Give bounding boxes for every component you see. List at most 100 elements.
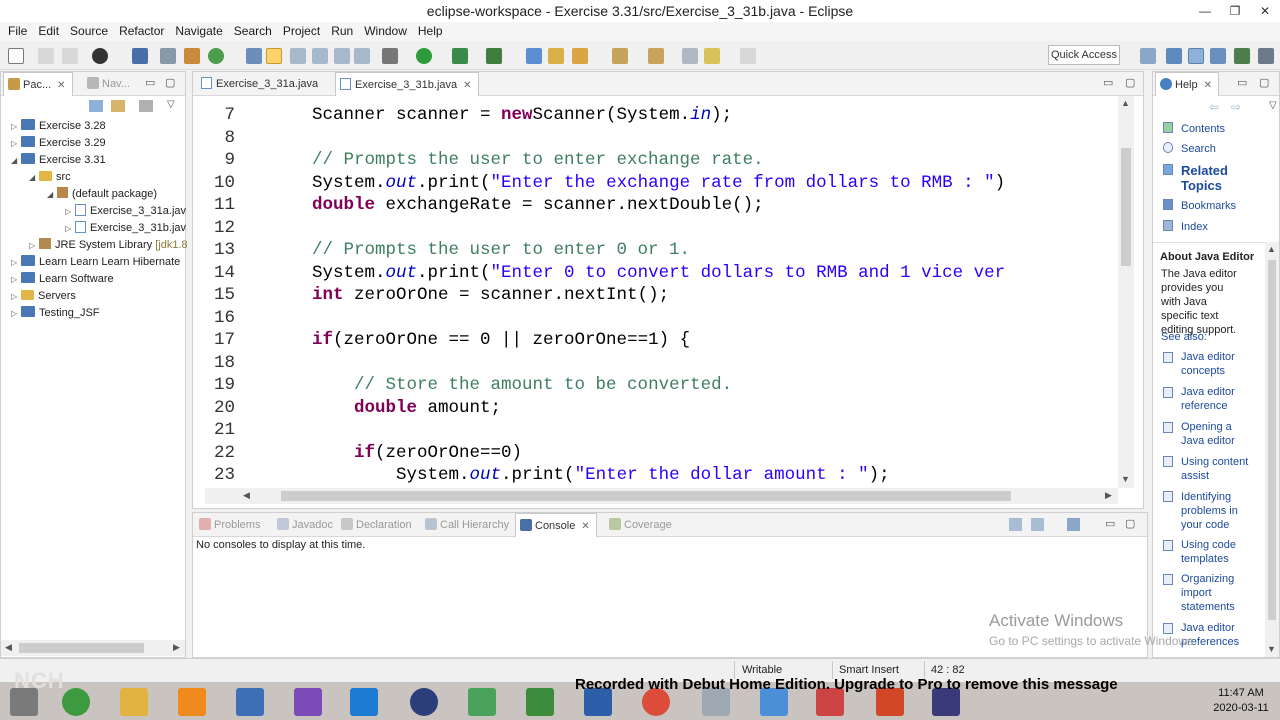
open-console-icon[interactable]: [1009, 518, 1022, 531]
code-line[interactable]: 17 if(zeroOrOne == 0 || zeroOrOne==1) {: [197, 329, 1115, 352]
close-tab-icon[interactable]: ✕: [463, 80, 471, 91]
code-line[interactable]: 10 System.out.print("Enter the exchange r…: [197, 172, 1115, 195]
java-ee-perspective-icon[interactable]: [1188, 48, 1204, 64]
whitespace-icon[interactable]: [334, 48, 350, 64]
collapse-icon[interactable]: ◢: [29, 170, 39, 186]
pencil-icon[interactable]: [572, 48, 588, 64]
tab-exercise-3-31b[interactable]: Exercise_3_31b.java ✕: [335, 72, 479, 96]
tree-item-exercise-3-29[interactable]: ▷ Exercise 3.29: [11, 135, 106, 152]
help-topic-link[interactable]: Using code templates: [1181, 538, 1245, 566]
app-icon[interactable]: [62, 688, 90, 716]
tree-item-testing-jsf[interactable]: ▷ Testing_JSF: [11, 305, 100, 322]
help-bookmarks-link[interactable]: Bookmarks: [1181, 199, 1236, 213]
collapse-icon[interactable]: ◢: [47, 187, 57, 203]
eclipse-icon[interactable]: [410, 688, 438, 716]
scroll-right-icon[interactable]: ▶: [1105, 490, 1112, 501]
expand-icon[interactable]: ▷: [65, 221, 75, 237]
scroll-down-icon[interactable]: ▼: [1267, 644, 1276, 654]
tab-navigator[interactable]: Nav...: [83, 72, 136, 96]
scroll-thumb[interactable]: [1121, 148, 1131, 266]
git-perspective-icon[interactable]: [1258, 48, 1274, 64]
scroll-up-icon[interactable]: ▲: [1267, 244, 1276, 254]
help-menu-icon[interactable]: ▽: [1269, 100, 1277, 111]
link-editor-icon[interactable]: [111, 100, 125, 112]
code-line[interactable]: 15 int zeroOrOne = scanner.nextInt();: [197, 284, 1115, 307]
code-line[interactable]: 13 // Prompts the user to enter 0 or 1.: [197, 239, 1115, 262]
tree-item-default-package[interactable]: ◢ (default package): [47, 186, 157, 203]
code-line[interactable]: 21: [197, 419, 1115, 442]
scroll-up-icon[interactable]: ▲: [1121, 98, 1130, 108]
maximize-icon[interactable]: ❐: [1220, 0, 1250, 22]
help-index-link[interactable]: Index: [1181, 220, 1208, 234]
minimize-view-icon[interactable]: ▭: [1237, 76, 1247, 89]
new-class-icon[interactable]: [526, 48, 542, 64]
code-line[interactable]: 9 // Prompts the user to enter exchange r…: [197, 149, 1115, 172]
close-icon[interactable]: ✕: [1250, 0, 1280, 22]
minimize-view-icon[interactable]: ▭: [1103, 76, 1113, 89]
menu-source[interactable]: Source: [66, 22, 115, 41]
open-type-icon[interactable]: [246, 48, 262, 64]
scroll-right-icon[interactable]: ▶: [173, 642, 180, 653]
minimize-view-icon[interactable]: ▭: [1105, 517, 1115, 530]
explorer-hscrollbar[interactable]: ◀ ▶: [1, 640, 185, 656]
media-icon[interactable]: [350, 688, 378, 716]
prev-annotation-icon[interactable]: [648, 48, 664, 64]
focus-icon[interactable]: [139, 100, 153, 112]
menu-refactor[interactable]: Refactor: [115, 22, 171, 41]
code-line[interactable]: 18: [197, 352, 1115, 375]
menu-project[interactable]: Project: [279, 22, 327, 41]
help-contents-link[interactable]: Contents: [1181, 122, 1225, 136]
save-all-icon[interactable]: [62, 48, 78, 64]
menu-navigate[interactable]: Navigate: [171, 22, 229, 41]
mark-occurrences-icon[interactable]: [266, 48, 282, 64]
tab-problems[interactable]: Problems: [195, 513, 266, 537]
expand-icon[interactable]: ▷: [29, 238, 39, 254]
run-icon[interactable]: [416, 48, 432, 64]
expand-icon[interactable]: ▷: [11, 255, 21, 271]
help-back-icon[interactable]: ⇦: [1209, 100, 1219, 114]
display-console-icon[interactable]: [1031, 518, 1044, 531]
minimize-view-icon[interactable]: ▭: [145, 76, 155, 89]
scroll-thumb[interactable]: [1268, 260, 1276, 620]
menu-edit[interactable]: Edit: [34, 22, 66, 41]
tree-item-exercise-3-31a[interactable]: ▷ Exercise_3_31a.jav: [65, 203, 186, 220]
close-icon[interactable]: ✕: [57, 80, 65, 91]
help-topic-link[interactable]: Organizing import statements: [1181, 572, 1245, 614]
expand-icon[interactable]: ▷: [11, 272, 21, 288]
menu-file[interactable]: File: [4, 22, 34, 41]
tree-item-exercise-3-28[interactable]: ▷ Exercise 3.28: [11, 118, 106, 135]
open-perspective-icon[interactable]: [1140, 48, 1156, 64]
tab-exercise-3-31a[interactable]: Exercise_3_31a.java: [197, 72, 324, 96]
code-line[interactable]: 14 System.out.print("Enter 0 to convert d…: [197, 262, 1115, 285]
quick-access-input[interactable]: Quick Access: [1048, 45, 1120, 65]
terminal-icon[interactable]: [132, 48, 148, 64]
expand-icon[interactable]: ▷: [11, 119, 21, 135]
toggle-block-icon[interactable]: [290, 48, 306, 64]
code-line[interactable]: 23 System.out.print("Enter the dollar am…: [197, 464, 1115, 487]
view-menu-icon[interactable]: ▽: [167, 99, 175, 110]
last-edit-icon[interactable]: [682, 48, 698, 64]
save-icon[interactable]: [38, 48, 54, 64]
java-perspective-icon[interactable]: [1210, 48, 1226, 64]
scroll-thumb[interactable]: [19, 643, 144, 653]
scroll-left-icon[interactable]: ◀: [5, 642, 12, 653]
vlc-icon[interactable]: [178, 688, 206, 716]
collapse-all-icon[interactable]: [89, 100, 103, 112]
scroll-thumb[interactable]: [281, 491, 1011, 501]
debug-icon[interactable]: [382, 48, 398, 64]
menu-window[interactable]: Window: [360, 22, 414, 41]
debug-perspective-icon[interactable]: [92, 48, 108, 64]
expand-icon[interactable]: ▷: [11, 306, 21, 322]
help-topic-link[interactable]: Identifying problems in your code: [1181, 490, 1255, 532]
expand-icon[interactable]: ▷: [11, 289, 21, 305]
forward-icon[interactable]: [740, 48, 756, 64]
tab-coverage[interactable]: Coverage: [605, 513, 678, 537]
new-console-icon[interactable]: [1067, 518, 1080, 531]
python-icon[interactable]: [236, 688, 264, 716]
help-forward-icon[interactable]: ⇨: [1231, 100, 1241, 114]
help-topic-link[interactable]: Java editor concepts: [1181, 350, 1245, 378]
open-folder-icon[interactable]: [548, 48, 564, 64]
help-search-link[interactable]: Search: [1181, 142, 1216, 156]
code-line[interactable]: 22 if(zeroOrOne==0): [197, 442, 1115, 465]
maximize-view-icon[interactable]: ▢: [165, 76, 175, 89]
